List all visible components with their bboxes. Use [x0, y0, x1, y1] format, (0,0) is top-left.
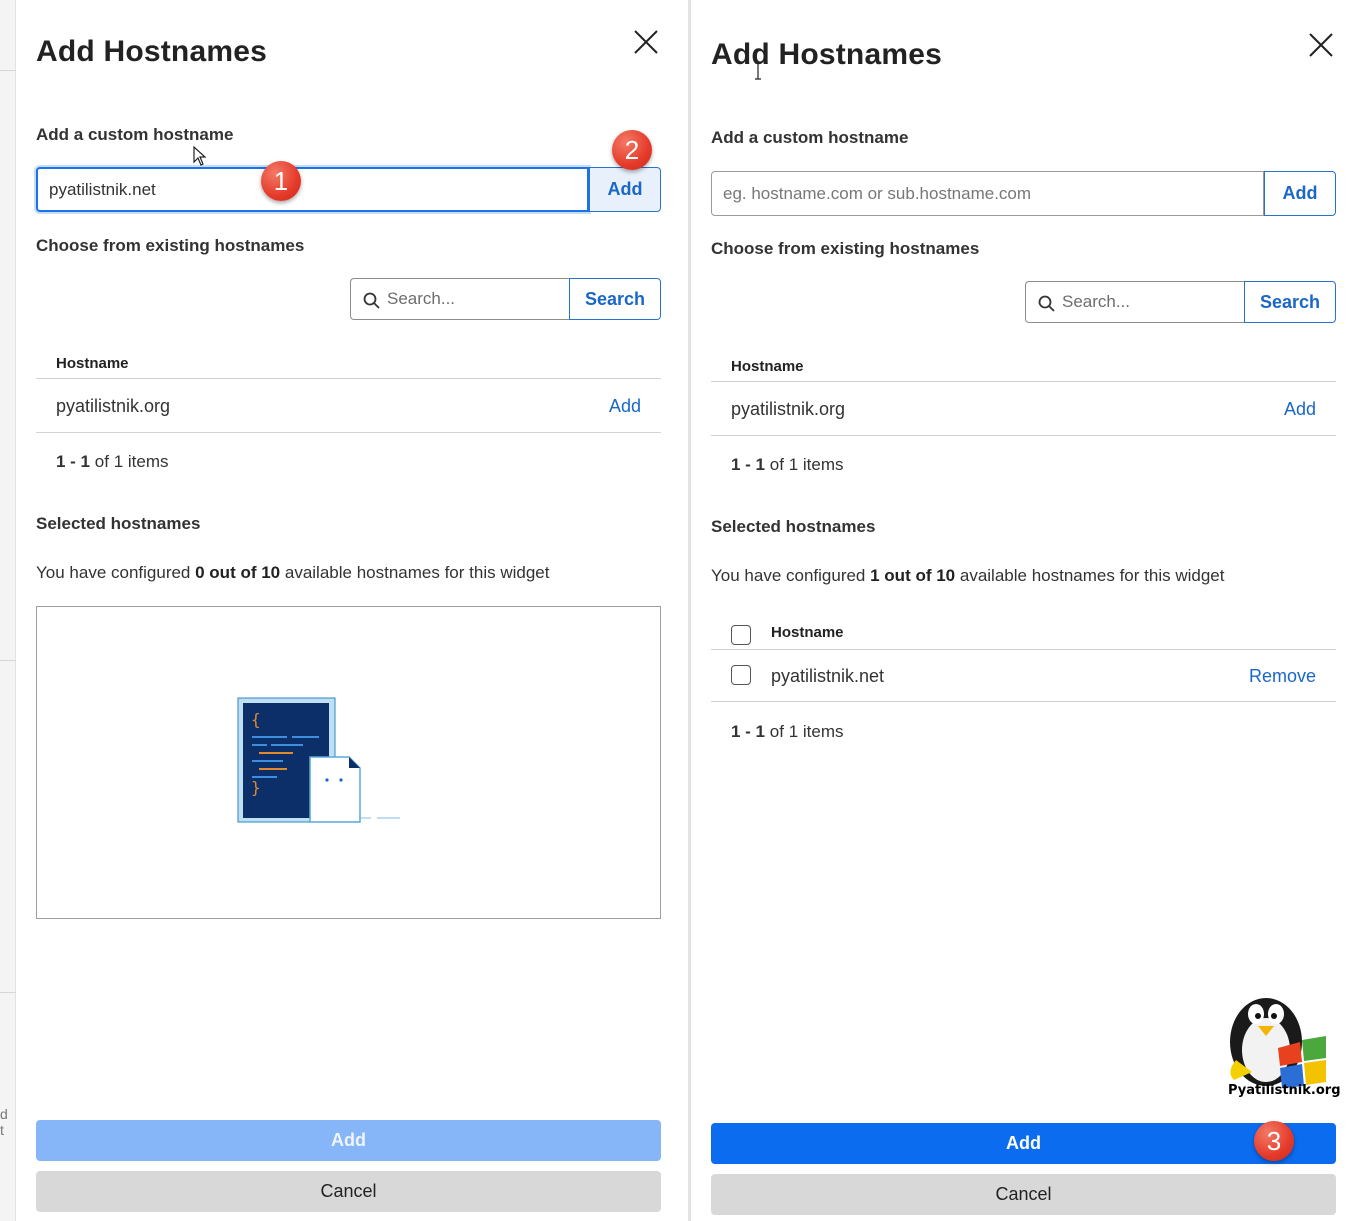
- selected-table-row: pyatilistnik.net Remove: [711, 650, 1336, 702]
- step-badge-1: 1: [261, 161, 301, 201]
- search-group: Search: [1025, 281, 1336, 323]
- dialog-title: Add Hostnames: [711, 38, 942, 71]
- configured-count-text: You have configured 0 out of 10 availabl…: [36, 563, 549, 583]
- pager: 1 - 1 of 1 items: [56, 452, 169, 472]
- search-button[interactable]: Search: [1244, 281, 1336, 323]
- search-icon: [363, 292, 380, 309]
- pager-range: 1 - 1: [731, 455, 766, 474]
- custom-hostname-group: Add: [36, 167, 661, 212]
- configured-prefix: You have configured: [36, 563, 191, 582]
- background-text: d t: [0, 1106, 8, 1138]
- close-icon[interactable]: [1306, 30, 1336, 60]
- custom-hostname-label: Add a custom hostname: [711, 128, 909, 147]
- search-input[interactable]: [1062, 282, 1238, 322]
- background-page-strip: d t: [0, 0, 16, 1221]
- table-header: Hostname: [711, 354, 1336, 382]
- custom-hostname-input[interactable]: [711, 171, 1264, 216]
- custom-hostname-input[interactable]: [36, 167, 589, 212]
- custom-hostname-label: Add a custom hostname: [36, 125, 234, 144]
- pager-unit: items: [802, 455, 844, 474]
- empty-state-illustration: { }: [237, 697, 400, 823]
- footer-cancel-button[interactable]: Cancel: [711, 1174, 1336, 1215]
- add-hostnames-dialog-left: Add Hostnames Add a custom hostname Add …: [17, 0, 687, 1221]
- pager-of: of: [769, 455, 784, 474]
- column-hostname: Hostname: [731, 358, 804, 375]
- column-hostname: Hostname: [771, 624, 844, 641]
- close-icon[interactable]: [631, 27, 661, 57]
- table-row: pyatilistnik.org Add: [36, 380, 661, 433]
- custom-add-button[interactable]: Add: [589, 167, 661, 212]
- configured-count: 1 out of 10: [870, 566, 956, 585]
- pager-of: of: [769, 722, 784, 741]
- search-group: Search: [350, 278, 661, 320]
- step-badge-3: 3: [1254, 1121, 1294, 1161]
- table-row: pyatilistnik.org Add: [711, 383, 1336, 436]
- footer-add-button[interactable]: Add: [711, 1123, 1336, 1164]
- hostname-cell: pyatilistnik.net: [771, 666, 885, 686]
- panel-divider: [688, 0, 691, 1221]
- svg-text:{: {: [251, 710, 261, 729]
- search-input[interactable]: [387, 279, 563, 319]
- dialog-title: Add Hostnames: [36, 35, 267, 68]
- footer-add-button[interactable]: Add: [36, 1120, 661, 1161]
- background-divider: [0, 70, 16, 71]
- pager: 1 - 1 of 1 items: [731, 455, 844, 475]
- selected-hostnames-label: Selected hostnames: [36, 514, 201, 533]
- search-button[interactable]: Search: [569, 278, 661, 320]
- existing-hostnames-label: Choose from existing hostnames: [711, 239, 980, 258]
- selected-table-header: Hostname: [711, 620, 1336, 650]
- configured-count: 0 out of 10: [195, 563, 281, 582]
- row-add-link[interactable]: Add: [1284, 399, 1316, 420]
- search-icon: [1038, 295, 1055, 312]
- empty-selection-box: { }: [36, 606, 661, 919]
- table-header: Hostname: [36, 351, 661, 379]
- background-divider: [0, 660, 16, 661]
- configured-suffix: available hostnames for this widget: [284, 563, 550, 582]
- pager-total: 1: [788, 722, 799, 741]
- custom-hostname-group: Add: [711, 171, 1336, 216]
- row-add-link[interactable]: Add: [609, 396, 641, 417]
- search-box: [1025, 281, 1244, 323]
- pager-unit: items: [127, 452, 169, 471]
- selected-pager: 1 - 1 of 1 items: [731, 722, 844, 742]
- column-hostname: Hostname: [56, 355, 129, 372]
- pager-of: of: [94, 452, 109, 471]
- pager-range: 1 - 1: [56, 452, 91, 471]
- pager-unit: items: [802, 722, 844, 741]
- hostname-cell: pyatilistnik.org: [731, 399, 846, 419]
- configured-prefix: You have configured: [711, 566, 866, 585]
- search-box: [350, 278, 569, 320]
- background-divider: [0, 992, 16, 993]
- row-checkbox[interactable]: [731, 665, 751, 685]
- pager-range: 1 - 1: [731, 722, 766, 741]
- row-remove-link[interactable]: Remove: [1249, 666, 1316, 687]
- configured-count-text: You have configured 1 out of 10 availabl…: [711, 566, 1224, 586]
- selected-hostnames-label: Selected hostnames: [711, 517, 876, 536]
- pager-total: 1: [788, 455, 799, 474]
- configured-suffix: available hostnames for this widget: [959, 566, 1225, 585]
- existing-hostnames-label: Choose from existing hostnames: [36, 236, 305, 255]
- text-cursor-icon: [755, 62, 761, 80]
- custom-add-button[interactable]: Add: [1264, 171, 1336, 216]
- mouse-cursor-icon: [193, 146, 207, 166]
- footer-cancel-button[interactable]: Cancel: [36, 1171, 661, 1212]
- pager-total: 1: [113, 452, 124, 471]
- watermark-text: Pyatilistnik.org: [1228, 1083, 1341, 1098]
- hostname-cell: pyatilistnik.org: [56, 396, 171, 416]
- svg-text:}: }: [251, 778, 261, 797]
- step-badge-2: 2: [612, 130, 652, 170]
- select-all-checkbox[interactable]: [731, 625, 751, 645]
